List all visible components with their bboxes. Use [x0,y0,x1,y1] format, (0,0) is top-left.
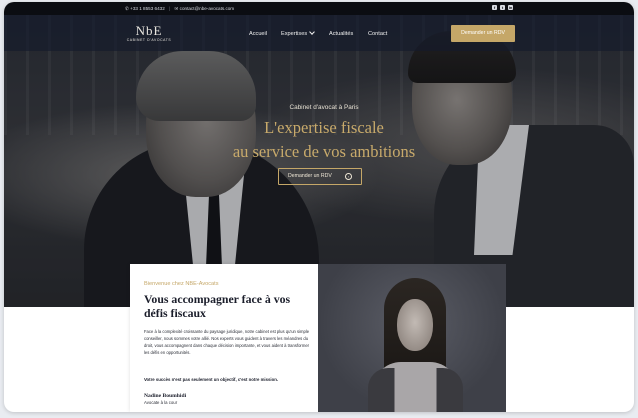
linkedin-icon[interactable]: in [508,5,513,10]
hero-appointment-button[interactable]: Demander un RDV › [278,168,362,185]
portrait-face [397,299,433,351]
twitter-icon[interactable]: t [500,5,505,10]
main-navbar: NbE CABINET D'AVOCATS Accueil Expertises… [4,15,634,51]
mail-icon: ✉ [174,6,179,11]
welcome-eyebrow: Bienvenue chez NBE-Avocats [144,281,219,287]
hero-eyebrow: Cabinet d'avocat à Paris [289,104,359,111]
phone-number[interactable]: +33 1 8553 6432 [130,6,165,11]
arrow-circle-icon: › [345,173,352,180]
request-appointment-button[interactable]: Demander un RDV [451,25,515,42]
facebook-icon[interactable]: f [492,5,497,10]
lawyer-portrait [318,264,506,412]
logo-mark: NbE [135,23,163,38]
social-links: f t in [492,5,513,10]
chevron-down-icon [309,28,315,35]
browser-frame: ✆ +33 1 8553 6432 | ✉ contact@nbe-avocat… [4,2,634,412]
top-info-bar: ✆ +33 1 8553 6432 | ✉ contact@nbe-avocat… [4,2,634,15]
nav-item-actualites[interactable]: Actualités [329,31,353,37]
hero-title-line2: au service de vos ambitions [232,142,416,161]
welcome-card: Bienvenue chez NBE-Avocats Vous accompag… [130,264,318,412]
welcome-title: Vous accompagner face à vos défis fiscau… [144,292,291,320]
lawyer-name: Nadine Boumhidi [144,393,187,399]
logo-tagline: CABINET D'AVOCATS [126,38,172,42]
nav-item-contact[interactable]: Contact [368,31,387,37]
welcome-mission: Votre succès n'est pas seulement un obje… [144,377,279,382]
welcome-body: Face à la complexité croissante du paysa… [144,329,310,355]
nav-item-expertises[interactable]: Expertises [281,28,315,37]
phone-icon: ✆ [125,6,129,11]
nav-item-accueil[interactable]: Accueil [249,31,267,37]
hero-title-line1: L'expertise fiscale [264,118,384,137]
divider: | [169,6,171,11]
contact-info: ✆ +33 1 8553 6432 | ✉ contact@nbe-avocat… [125,6,234,12]
email-address[interactable]: contact@nbe-avocats.com [180,6,234,11]
lawyer-role: Avocate à la cour [144,400,178,405]
site-logo[interactable]: NbE CABINET D'AVOCATS [126,24,172,48]
hero-button-label: Demander un RDV [288,173,332,179]
portrait-jacket [368,368,463,412]
nav-item-label: Expertises [281,31,308,37]
